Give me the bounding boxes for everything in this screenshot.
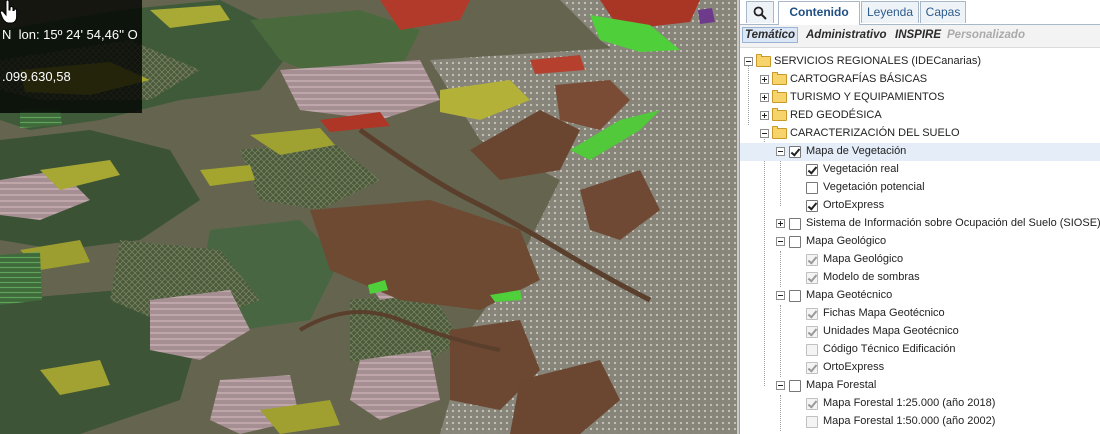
- map-view[interactable]: N lon: 15º 24' 54,46'' O .099.630,58: [0, 0, 737, 434]
- collapse-toggle[interactable]: [744, 57, 753, 66]
- tab-leyenda[interactable]: Leyenda: [861, 1, 919, 23]
- tree-node-fichas-geotecnico[interactable]: Fichas Mapa Geotécnico: [740, 305, 1100, 323]
- search-button[interactable]: [746, 1, 774, 23]
- layer-checkbox[interactable]: [806, 272, 818, 284]
- tree-node-unidades-geotecnico[interactable]: Unidades Mapa Geotécnico: [740, 323, 1100, 341]
- tree-node-label: CARTOGRAFÍAS BÁSICAS: [790, 73, 928, 85]
- tree-node-mapa-geologico-layer[interactable]: Mapa Geológico: [740, 251, 1100, 269]
- coordinate-northing: .099.630,58: [2, 69, 71, 84]
- side-panel: Contenido Leyenda Capas Temático Adminis…: [740, 0, 1100, 434]
- tree-node-mapa-geotecnico[interactable]: Mapa Geotécnico: [740, 287, 1100, 305]
- tree-node-ortoexpress[interactable]: OrtoExpress: [740, 197, 1100, 215]
- layer-checkbox[interactable]: [789, 380, 801, 392]
- subtab-administrativo[interactable]: Administrativo: [806, 29, 887, 41]
- tree-node-label: Fichas Mapa Geotécnico: [823, 307, 945, 319]
- coordinate-readout: N lon: 15º 24' 54,46'' O .099.630,58: [0, 0, 142, 113]
- collapse-toggle[interactable]: [776, 147, 785, 156]
- tree-node-label: Sistema de Información sobre Ocupación d…: [806, 217, 1100, 229]
- tree-node-label: Unidades Mapa Geotécnico: [823, 325, 959, 337]
- layer-checkbox[interactable]: [806, 254, 818, 266]
- subtab-personalizado: Personalizado: [947, 29, 1025, 41]
- layer-checkbox[interactable]: [789, 218, 801, 230]
- tree-node-mapa-vegetacion[interactable]: Mapa de Vegetación: [740, 143, 1100, 161]
- tree-node-label: Mapa Forestal: [806, 379, 877, 391]
- tree-node-label: Mapa Forestal 1:25.000 (año 2018): [823, 397, 996, 409]
- layer-checkbox[interactable]: [806, 182, 818, 194]
- tree-node-label: OrtoExpress: [823, 361, 885, 373]
- tree-node-label: Código Técnico Edificación: [823, 343, 956, 355]
- expand-toggle[interactable]: [760, 75, 769, 84]
- tree-node-ortoexpress-geotecnico[interactable]: OrtoExpress: [740, 359, 1100, 377]
- layer-checkbox[interactable]: [806, 344, 818, 356]
- tree-node-vegetacion-potencial[interactable]: Vegetación potencial: [740, 179, 1100, 197]
- tree-node-modelo-sombras[interactable]: Modelo de sombras: [740, 269, 1100, 287]
- collapse-toggle[interactable]: [776, 291, 785, 300]
- coordinate-longitude: N lon: 15º 24' 54,46'' O: [2, 27, 138, 42]
- tree-node-servicios-regionales[interactable]: SERVICIOS REGIONALES (IDECanarias): [740, 53, 1100, 71]
- search-icon: [753, 6, 767, 20]
- tree-node-label: Mapa Geológico: [823, 253, 904, 265]
- layer-checkbox[interactable]: [789, 236, 801, 248]
- tree-node-mapa-forestal[interactable]: Mapa Forestal: [740, 377, 1100, 395]
- expand-toggle[interactable]: [760, 111, 769, 120]
- folder-icon: [772, 72, 787, 85]
- tree-node-label: Mapa Geológico: [806, 235, 887, 247]
- tree-node-label: SERVICIOS REGIONALES (IDECanarias): [774, 55, 982, 67]
- hand-cursor-icon: [0, 0, 18, 24]
- tree-node-label: RED GEODÉSICA: [790, 109, 882, 121]
- layer-checkbox[interactable]: [789, 290, 801, 302]
- tree-node-mapa-geologico[interactable]: Mapa Geológico: [740, 233, 1100, 251]
- theme-subtabs: Temático Administrativo INSPIRE Personal…: [740, 25, 1100, 48]
- tree-node-codigo-tecnico[interactable]: Código Técnico Edificación: [740, 341, 1100, 359]
- folder-icon: [772, 108, 787, 121]
- layer-checkbox[interactable]: [806, 362, 818, 374]
- layer-checkbox[interactable]: [806, 164, 818, 176]
- layer-checkbox[interactable]: [806, 308, 818, 320]
- layer-checkbox[interactable]: [806, 200, 818, 212]
- subtab-inspire[interactable]: INSPIRE: [895, 29, 941, 41]
- tree-node-turismo[interactable]: TURISMO Y EQUIPAMIENTOS: [740, 89, 1100, 107]
- tree-node-red-geodesica[interactable]: RED GEODÉSICA: [740, 107, 1100, 125]
- tree-node-label: CARACTERIZACIÓN DEL SUELO: [790, 127, 960, 139]
- layer-checkbox[interactable]: [806, 326, 818, 338]
- collapse-toggle[interactable]: [776, 381, 785, 390]
- tree-node-label: Vegetación potencial: [823, 181, 925, 193]
- purple-point: [698, 8, 715, 24]
- tree-node-label: TURISMO Y EQUIPAMIENTOS: [790, 91, 945, 103]
- subtab-tematico[interactable]: Temático: [742, 27, 799, 43]
- tree-node-caracterizacion-suelo[interactable]: CARACTERIZACIÓN DEL SUELO: [740, 125, 1100, 143]
- expand-toggle[interactable]: [776, 219, 785, 228]
- tree-node-label: Mapa Forestal 1:50.000 (año 2002): [823, 415, 996, 427]
- tree-node-vegetacion-real[interactable]: Vegetación real: [740, 161, 1100, 179]
- tree-node-forestal-2002[interactable]: Mapa Forestal 1:50.000 (año 2002): [740, 413, 1100, 431]
- tree-node-label: Mapa de Vegetación: [806, 145, 907, 157]
- tab-capas[interactable]: Capas: [920, 1, 966, 23]
- tree-node-siose[interactable]: Sistema de Información sobre Ocupación d…: [740, 215, 1100, 233]
- layer-checkbox[interactable]: [806, 416, 818, 428]
- tree-node-label: Modelo de sombras: [823, 271, 920, 283]
- collapse-toggle[interactable]: [760, 129, 769, 138]
- tree-node-forestal-2018[interactable]: Mapa Forestal 1:25.000 (año 2018): [740, 395, 1100, 413]
- tab-contenido[interactable]: Contenido: [778, 1, 860, 25]
- layer-checkbox[interactable]: [806, 398, 818, 410]
- tree-node-cartografias-basicas[interactable]: CARTOGRAFÍAS BÁSICAS: [740, 71, 1100, 89]
- tree-node-label: OrtoExpress: [823, 199, 885, 211]
- tree-node-label: Vegetación real: [823, 163, 899, 175]
- tab-bar: Contenido Leyenda Capas: [740, 0, 1100, 25]
- folder-icon: [772, 126, 787, 139]
- collapse-toggle[interactable]: [776, 237, 785, 246]
- layer-checkbox[interactable]: [789, 146, 801, 158]
- expand-toggle[interactable]: [760, 93, 769, 102]
- folder-icon: [756, 54, 771, 67]
- tree-node-label: Mapa Geotécnico: [806, 289, 893, 301]
- folder-icon: [772, 90, 787, 103]
- green-hatch-1: [0, 252, 42, 305]
